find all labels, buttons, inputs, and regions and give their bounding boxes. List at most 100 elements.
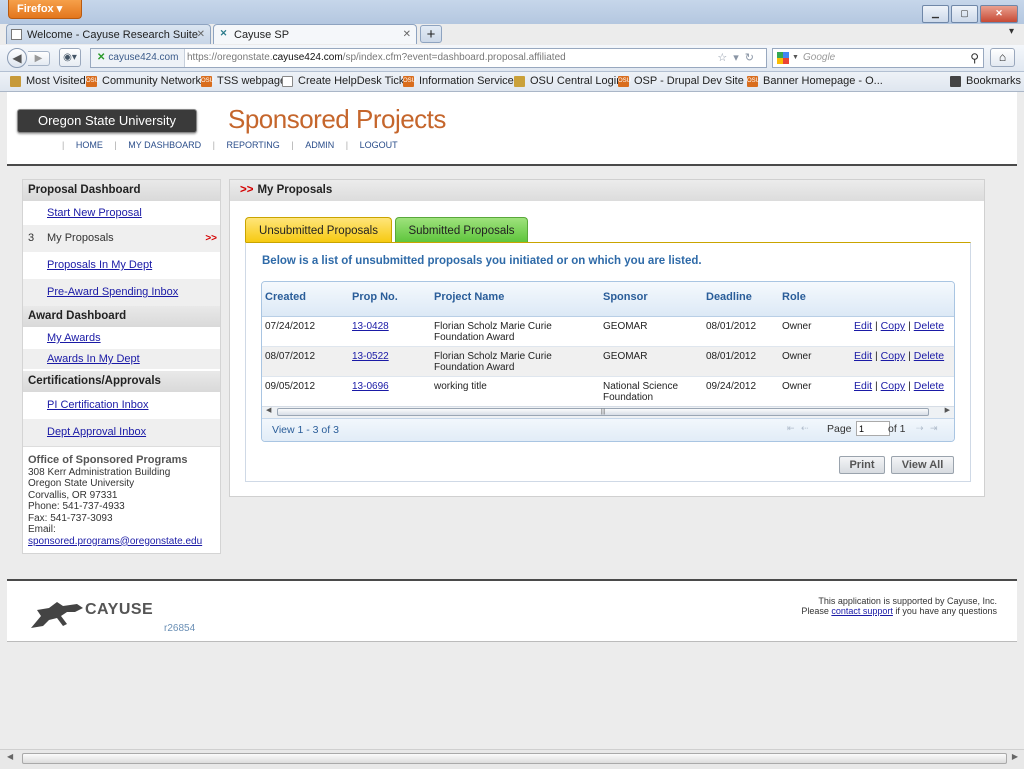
bookmark-most-visited[interactable]: Most Visited [10, 72, 86, 91]
bookmark-banner[interactable]: OSU Banner Homepage - O... [747, 72, 883, 91]
delete-link[interactable]: Delete [914, 320, 944, 332]
tab-list-icon[interactable]: ▾ [1009, 26, 1014, 37]
sidebar-item-start-new-proposal[interactable]: Start New Proposal [23, 201, 220, 225]
column-project-name[interactable]: Project Name [434, 282, 504, 312]
support-text: This application is supported by Cayuse,… [818, 596, 997, 606]
page-number-input[interactable] [856, 421, 890, 436]
prop-no-link[interactable]: 13-0428 [352, 321, 389, 332]
sidebar-item-awards-in-dept[interactable]: Awards In My Dept [23, 349, 220, 369]
delete-link[interactable]: Delete [914, 380, 944, 392]
edit-link[interactable]: Edit [854, 380, 872, 392]
page-info-icon[interactable]: ◉▾ [59, 48, 81, 67]
copy-link[interactable]: Copy [881, 350, 906, 362]
sponsor-line: GEOMAR [603, 351, 648, 362]
url-bar[interactable]: ✕ cayuse424.com https://oregonstate.cayus… [90, 48, 767, 68]
firefox-menu-button[interactable]: Firefox ▾ [8, 0, 82, 19]
bookmark-tss[interactable]: OSU TSS webpage [201, 72, 286, 91]
sidebar-item-preaward-inbox[interactable]: Pre-Award Spending Inbox [23, 279, 220, 306]
pager-next-last-icon[interactable]: ⇢ ⇥ [916, 423, 940, 434]
sidebar-item-proposals-in-dept[interactable]: Proposals In My Dept [23, 252, 220, 279]
prop-no-link[interactable]: 13-0696 [352, 381, 389, 392]
copy-link[interactable]: Copy [881, 380, 906, 392]
star-icon[interactable]: ☆ [717, 52, 733, 64]
sidebar-item-pi-certification[interactable]: PI Certification Inbox [23, 392, 220, 419]
column-deadline[interactable]: Deadline [706, 282, 752, 312]
nav-reporting[interactable]: REPORTING [217, 140, 288, 150]
cayuse-brand: CAYUSE [85, 601, 154, 618]
navigation-toolbar: ◀ ▶ ◉▾ ✕ cayuse424.com https://oregonstat… [0, 45, 1024, 72]
dept-approval-link[interactable]: Dept Approval Inbox [47, 426, 146, 438]
scroll-right-icon[interactable]: ▶ [945, 406, 950, 414]
print-button[interactable]: Print [839, 456, 885, 474]
table-horizontal-scrollbar[interactable]: ◀ ||| ▶ [262, 406, 954, 418]
chevron-down-icon[interactable]: ▼ [792, 49, 799, 67]
new-tab-button[interactable]: + [420, 25, 442, 43]
dropdown-icon[interactable]: ▾ [733, 52, 745, 64]
search-input[interactable]: Google [803, 49, 835, 67]
tab-unsubmitted-proposals[interactable]: Unsubmitted Proposals [245, 217, 392, 243]
home-icon[interactable]: ⌂ [990, 48, 1015, 67]
osu-logo[interactable]: Oregon State University [17, 109, 197, 133]
bookmark-osu-central-login[interactable]: OSU Central Login [514, 72, 622, 91]
site-identity[interactable]: ✕ cayuse424.com [91, 49, 186, 67]
column-sponsor[interactable]: Sponsor [603, 282, 648, 312]
bookmark-information-services[interactable]: OSU Information Services [403, 72, 519, 91]
pager-first-prev-icon[interactable]: ⇤ ⇠ [787, 423, 811, 434]
maximize-icon[interactable]: ▢ [951, 5, 978, 23]
scrollbar-thumb[interactable]: ||| [277, 408, 929, 416]
sidebar-item-my-awards[interactable]: My Awards [23, 327, 220, 349]
edit-link[interactable]: Edit [854, 320, 872, 332]
bookmarks-menu[interactable]: Bookmarks [950, 72, 1021, 91]
page-horizontal-scrollbar[interactable]: ◀ ▶ [0, 749, 1024, 769]
close-window-icon[interactable]: ✕ [980, 5, 1018, 23]
proposal-dashboard-heading: Proposal Dashboard [23, 180, 220, 201]
awards-in-dept-link[interactable]: Awards In My Dept [47, 353, 140, 365]
office-email-link[interactable]: sponsored.programs@oregonstate.edu [28, 536, 202, 547]
column-created[interactable]: Created [265, 282, 306, 312]
copy-link[interactable]: Copy [881, 320, 906, 332]
prop-no-link[interactable]: 13-0522 [352, 351, 389, 362]
sidebar-item-my-proposals[interactable]: 3 My Proposals >> [23, 225, 220, 252]
forward-arrow-icon[interactable]: ▶ [28, 51, 50, 66]
nav-admin[interactable]: ADMIN [296, 140, 343, 150]
scroll-left-icon[interactable]: ◀ [7, 752, 13, 761]
project-line: Florian Scholz Marie Curie [434, 321, 552, 332]
search-bar[interactable]: ▼ Google ⚲ [772, 48, 984, 68]
contact-support-link[interactable]: contact support [831, 606, 893, 616]
scrollbar-thumb[interactable] [22, 753, 1007, 764]
start-new-proposal-link[interactable]: Start New Proposal [47, 207, 142, 219]
bookmark-helpdesk[interactable]: Create HelpDesk Ticket [282, 72, 414, 91]
delete-link[interactable]: Delete [914, 350, 944, 362]
bookmark-community-network[interactable]: OSU Community Network [86, 72, 201, 91]
preaward-inbox-link[interactable]: Pre-Award Spending Inbox [47, 286, 178, 298]
intro-text: Below is a list of unsubmitted proposals… [262, 255, 702, 267]
edit-link[interactable]: Edit [854, 350, 872, 362]
browser-tab-welcome[interactable]: Welcome - Cayuse Research Suite ✕ [6, 24, 211, 44]
browser-tab-cayuse[interactable]: ✕ Cayuse SP ✕ [213, 24, 417, 44]
active-arrow-icon: >> [205, 233, 217, 244]
nav-home[interactable]: HOME [67, 140, 112, 150]
scroll-left-icon[interactable]: ◀ [266, 406, 271, 414]
scroll-right-icon[interactable]: ▶ [1012, 752, 1018, 761]
column-prop-no[interactable]: Prop No. [352, 282, 398, 312]
my-awards-link[interactable]: My Awards [47, 332, 101, 344]
tab-submitted-proposals[interactable]: Submitted Proposals [395, 217, 528, 243]
view-all-button[interactable]: View All [891, 456, 954, 474]
pi-certification-link[interactable]: PI Certification Inbox [47, 399, 149, 411]
back-arrow-icon[interactable]: ◀ [7, 48, 27, 68]
tab-close-icon[interactable]: ✕ [197, 25, 205, 44]
google-icon[interactable] [777, 52, 789, 64]
url-path: /sp/index.cfm?event=dashboard.proposal.a… [342, 52, 566, 63]
bookmark-osp-drupal[interactable]: OSU OSP - Drupal Dev Site |... [618, 72, 759, 91]
reload-icon[interactable]: ↻ [745, 52, 760, 64]
sidebar-item-dept-approval[interactable]: Dept Approval Inbox [23, 419, 220, 446]
bookmark-label: Bookmarks [966, 75, 1022, 87]
magnifier-icon[interactable]: ⚲ [970, 49, 979, 67]
minimize-icon[interactable]: ▁ [922, 5, 949, 23]
proposals-in-dept-link[interactable]: Proposals In My Dept [47, 259, 152, 271]
nav-my-dashboard[interactable]: MY DASHBOARD [119, 140, 210, 150]
nav-logout[interactable]: LOGOUT [351, 140, 407, 150]
column-role[interactable]: Role [782, 282, 806, 312]
table-row: 09/05/2012 13-0696 working title Nationa… [262, 377, 954, 407]
tab-close-icon[interactable]: ✕ [403, 25, 411, 44]
